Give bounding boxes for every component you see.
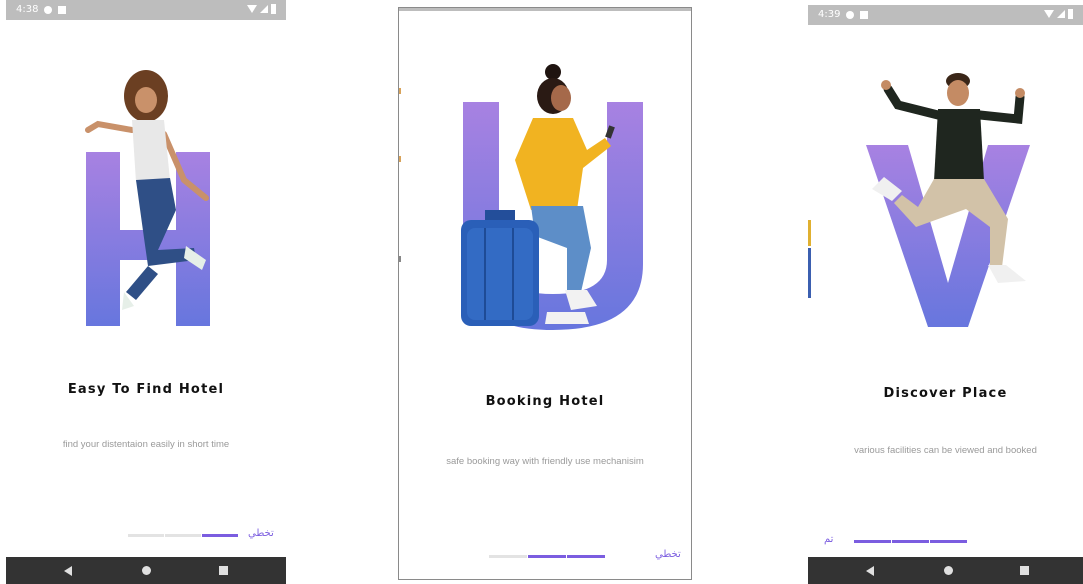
status-time: 4:38 — [16, 4, 39, 15]
edge-mark — [399, 156, 401, 162]
sd-card-icon — [860, 10, 869, 19]
nav-home-icon[interactable] — [944, 566, 953, 575]
done-button[interactable]: تم — [824, 534, 833, 545]
page-title: Easy To Find Hotel — [67, 382, 225, 397]
page-indicator — [128, 534, 238, 537]
illustration-woman-sitting-on-suitcase — [455, 60, 645, 340]
edge-mark — [808, 220, 811, 246]
letter-v-graphic — [866, 73, 1030, 327]
skip-button[interactable]: تخطي — [248, 528, 274, 539]
edge-mark — [399, 88, 401, 94]
status-time: 4:39 — [818, 9, 841, 20]
skip-button[interactable]: تخطي — [655, 549, 681, 560]
page-indicator-segment-1 — [128, 534, 164, 537]
status-bar: 4:39 — [808, 5, 1083, 25]
battery-icon — [271, 4, 276, 14]
settings-icon — [44, 5, 53, 14]
page-indicator — [854, 540, 967, 543]
top-edge — [399, 8, 691, 11]
page-indicator-segment-2 — [165, 534, 201, 537]
page-indicator — [489, 555, 605, 558]
status-bar: 4:38 — [6, 0, 286, 20]
page-indicator-segment-3 — [567, 555, 605, 558]
page-title: Discover Place — [883, 386, 1008, 401]
onboarding-screen-1: 4:38 Easy To Find Hotel find your disten… — [6, 0, 286, 584]
page-indicator-segment-1 — [854, 540, 891, 543]
settings-icon — [846, 10, 855, 19]
page-subtitle: safe booking way with friendly use mecha… — [446, 456, 644, 467]
system-nav-bar — [808, 557, 1083, 584]
page-indicator-segment-2 — [892, 540, 929, 543]
nav-back-icon[interactable] — [866, 566, 874, 576]
edge-mark — [808, 248, 811, 298]
wifi-icon — [247, 5, 257, 13]
nav-recent-icon[interactable] — [1020, 566, 1029, 575]
illustration-man-jumping-thumbs-up — [858, 69, 1038, 337]
nav-recent-icon[interactable] — [219, 566, 228, 575]
signal-icon — [1057, 10, 1065, 18]
nav-back-icon[interactable] — [64, 566, 72, 576]
page-title: Booking Hotel — [485, 394, 605, 409]
system-nav-bar — [6, 557, 286, 584]
sd-card-icon — [58, 5, 67, 14]
page-indicator-segment-1 — [489, 555, 527, 558]
onboarding-screen-3: 4:39 Discover Place various facilities c… — [808, 5, 1083, 584]
page-indicator-segment-3 — [202, 534, 238, 537]
onboarding-screen-2: Booking Hotel safe booking way with frie… — [398, 7, 692, 580]
wifi-icon — [1044, 10, 1054, 18]
letter-u-graphic — [461, 64, 643, 330]
illustration-woman-jumping — [66, 60, 226, 340]
page-subtitle: find your distentaion easily in short ti… — [62, 439, 230, 450]
edge-mark — [399, 256, 401, 262]
nav-home-icon[interactable] — [142, 566, 151, 575]
page-indicator-segment-2 — [528, 555, 566, 558]
battery-icon — [1068, 9, 1073, 19]
page-indicator-segment-3 — [930, 540, 967, 543]
page-subtitle: various facilities can be viewed and boo… — [854, 445, 1037, 456]
signal-icon — [260, 5, 268, 13]
letter-h-graphic — [85, 70, 210, 326]
